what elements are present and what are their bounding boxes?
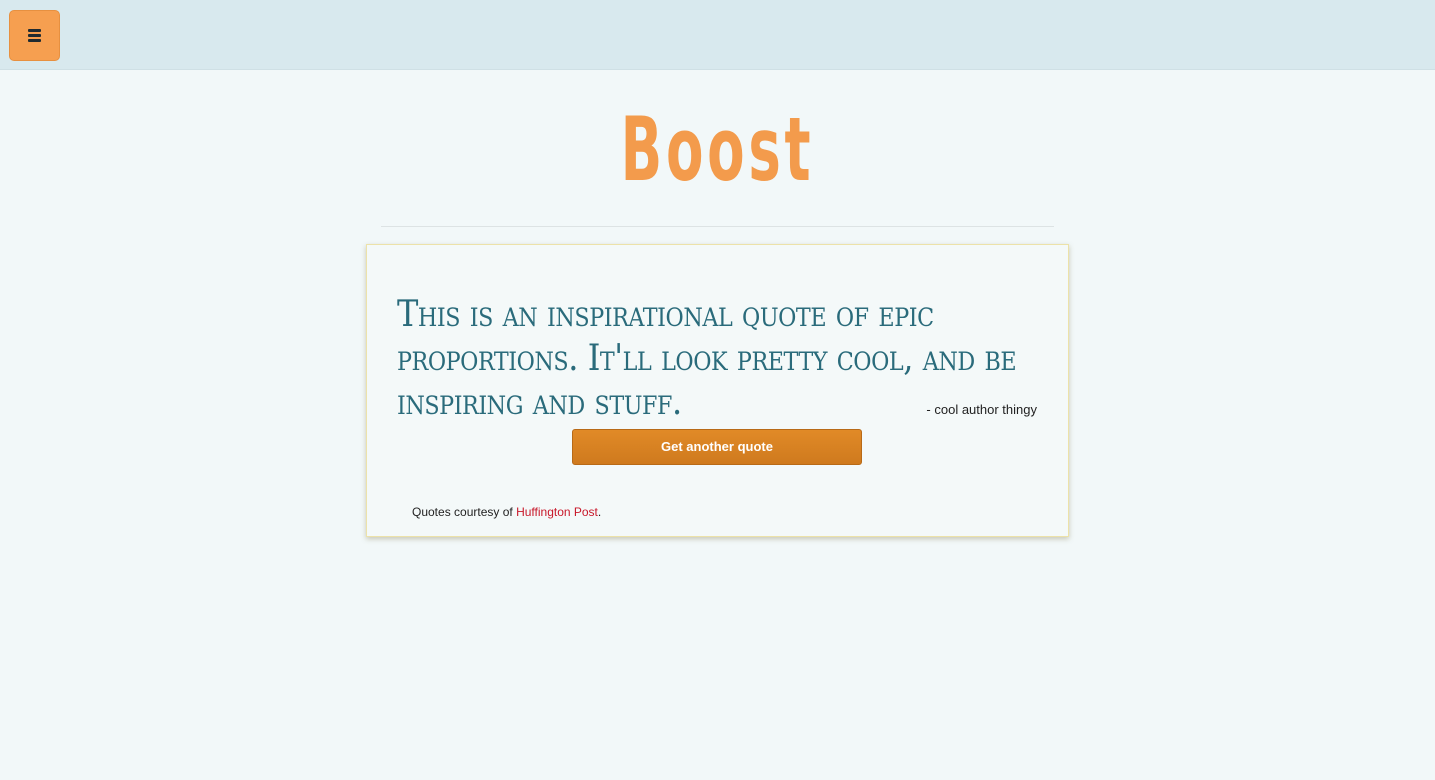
get-another-quote-button[interactable]: Get another quote [572, 429, 862, 465]
title-divider [381, 226, 1054, 227]
credit-prefix: Quotes courtesy of [412, 505, 517, 519]
quote-credit: Quotes courtesy of Huffington Post. [412, 505, 601, 519]
quote-card: This is an inspirational quote of epic p… [366, 244, 1069, 537]
page-title: Boost [620, 98, 815, 201]
top-bar [0, 0, 1435, 70]
quote-author: - cool author thingy [926, 402, 1037, 417]
huffington-post-link[interactable]: Huffington Post [516, 505, 598, 519]
menu-button[interactable] [9, 10, 60, 61]
hamburger-icon [28, 29, 41, 42]
credit-suffix: . [597, 505, 602, 519]
